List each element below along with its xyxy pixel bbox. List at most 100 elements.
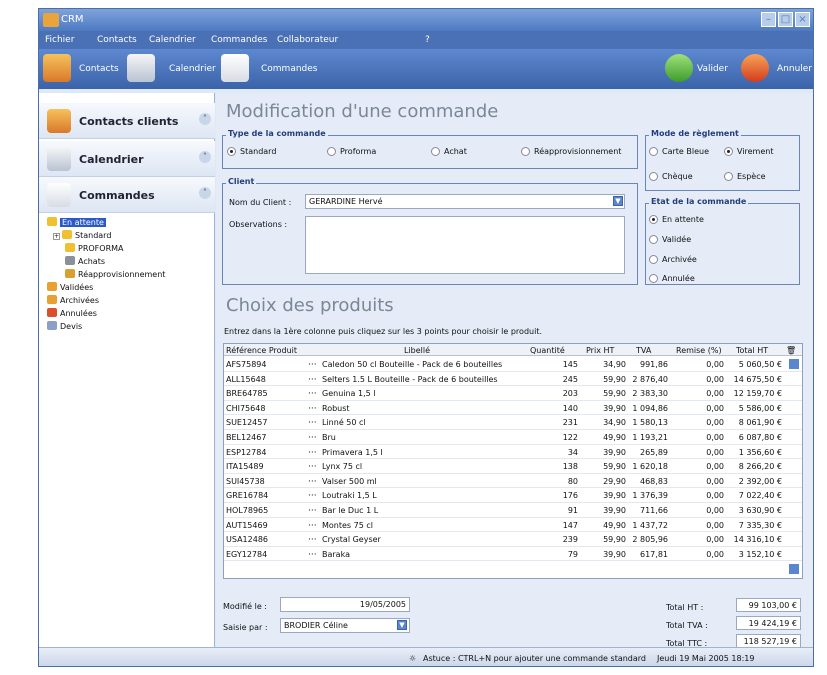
menu-contacts[interactable]: Contacts	[97, 35, 137, 45]
sidebar-section-contacts[interactable]: Contacts clients ˄	[39, 103, 215, 139]
product-picker-dots[interactable]: ···	[308, 506, 317, 516]
menu-fichier[interactable]: Fichier	[45, 35, 74, 45]
table-cell: 2 876,40	[632, 374, 668, 384]
tree-item-reappro[interactable]: Réapprovisionnement	[65, 269, 165, 279]
table-cell: 49,90	[603, 520, 626, 530]
table-row[interactable]: SUE12457 ··· Linné 50 cl 231 34,90 1 580,13 0…	[224, 415, 802, 430]
table-cell: Selters 1.5 L Bouteille - Pack de 6 bout…	[322, 374, 498, 384]
table-row[interactable]: ALL15648 ··· Selters 1.5 L Bouteille - Pa…	[224, 372, 802, 387]
tree-item-achats[interactable]: Achats	[65, 256, 105, 266]
minimize-button[interactable]: –	[761, 12, 776, 27]
product-picker-dots[interactable]: ···	[308, 375, 317, 385]
table-cell: 59,90	[603, 535, 626, 545]
table-row[interactable]: AFS75894 ··· Caledon 50 cl Bouteille - Pa…	[224, 357, 802, 372]
product-picker-dots[interactable]: ···	[308, 462, 317, 472]
menu-collaborateur[interactable]: Collaborateur	[277, 35, 338, 45]
menu-help[interactable]: ?	[425, 35, 430, 45]
radio-espece[interactable]: Espèce	[724, 172, 766, 181]
tree-item-validees[interactable]: Validées	[47, 282, 93, 292]
table-cell: 0,00	[706, 418, 724, 428]
menu-commandes[interactable]: Commandes	[211, 35, 267, 45]
chevron-down-icon[interactable]: ▼	[613, 196, 623, 206]
sidebar-section-commandes[interactable]: Commandes ˄	[39, 177, 215, 213]
expand-icon[interactable]: +	[53, 233, 60, 240]
table-cell[interactable]: ITA15489	[226, 462, 304, 471]
table-cell[interactable]: SUI45738	[226, 477, 304, 486]
table-cell[interactable]: ALL15648	[226, 375, 304, 384]
product-picker-dots[interactable]: ···	[308, 550, 317, 560]
radio-type-proforma[interactable]: Proforma	[327, 147, 376, 156]
sidebar-section-calendrier[interactable]: Calendrier ˄	[39, 141, 215, 177]
maximize-button[interactable]: □	[778, 12, 793, 27]
radio-type-achat[interactable]: Achat	[431, 147, 467, 156]
radio-virement[interactable]: Virement	[724, 147, 773, 156]
table-cell: 5 060,50 €	[738, 360, 782, 369]
tree-item-devis[interactable]: Devis	[47, 321, 82, 331]
modified-date-field[interactable]: 19/05/2005	[280, 597, 410, 612]
radio-type-reappro[interactable]: Réapprovisionnement	[521, 147, 621, 156]
order-state-group: Etat de la commande En attente Validée A…	[645, 197, 800, 285]
table-cell[interactable]: AUT15469	[226, 521, 304, 530]
table-row[interactable]: GRE16784 ··· Loutraki 1,5 L 176 39,90 1 376,…	[224, 488, 802, 503]
table-cell[interactable]: HOL78965	[226, 506, 304, 515]
clock-icon	[47, 147, 71, 171]
radio-validee[interactable]: Validée	[649, 235, 691, 244]
table-row[interactable]: BEL12467 ··· Bru 122 49,90 1 193,21 0,00 6 087…	[224, 430, 802, 445]
table-row[interactable]: BRE64785 ··· Genuina 1,5 l 203 59,90 2 383,3…	[224, 386, 802, 401]
table-cell[interactable]: BEL12467	[226, 433, 304, 442]
tree-item-standard[interactable]: + Standard	[53, 230, 111, 240]
radio-archivee[interactable]: Archivée	[649, 255, 697, 264]
table-cell: 711,66	[640, 506, 668, 515]
table-cell[interactable]: EGY12784	[226, 550, 304, 559]
radio-type-standard[interactable]: Standard	[227, 147, 276, 156]
table-cell: 80	[567, 476, 578, 486]
payment-mode-group: Mode de règlement Carte Bleue Virement C…	[645, 129, 800, 191]
table-cell[interactable]: ESP12784	[226, 448, 304, 457]
trash-icon[interactable]: 🗑	[786, 346, 796, 355]
product-picker-dots[interactable]: ···	[308, 535, 317, 545]
product-picker-dots[interactable]: ···	[308, 491, 317, 501]
order-type-group: Type de la commande Standard Proforma Ac…	[222, 129, 638, 169]
table-cell[interactable]: AFS75894	[226, 360, 304, 369]
table-cell[interactable]: BRE64785	[226, 389, 304, 398]
table-row[interactable]: ITA15489 ··· Lynx 75 cl 138 59,90 1 620,18 0,…	[224, 459, 802, 474]
tree-item-archivees[interactable]: Archivées	[47, 295, 99, 305]
entered-by-select[interactable]: BRODIER Céline	[280, 618, 410, 633]
observations-field[interactable]	[305, 216, 625, 274]
table-row[interactable]: EGY12784 ··· Baraka 79 39,90 617,81 0,00 3 152…	[224, 547, 802, 562]
table-cell[interactable]: GRE16784	[226, 491, 304, 500]
product-picker-dots[interactable]: ···	[308, 433, 317, 443]
table-row[interactable]: SUI45738 ··· Valser 500 ml 80 29,90 468,83 0,…	[224, 474, 802, 489]
radio-en-attente[interactable]: En attente	[649, 215, 704, 224]
tree-item-proforma[interactable]: PROFORMA	[65, 243, 124, 253]
table-cell[interactable]: USA12486	[226, 535, 304, 544]
client-name-select[interactable]: GERARDINE Hervé	[305, 194, 625, 209]
table-row[interactable]: ESP12784 ··· Primavera 1,5 l 34 39,90 265,89…	[224, 445, 802, 460]
table-row[interactable]: AUT15469 ··· Montes 75 cl 147 49,90 1 437,72…	[224, 518, 802, 533]
table-cell[interactable]: CHI75648	[226, 404, 304, 413]
scroll-up-button[interactable]	[789, 359, 799, 369]
table-cell[interactable]: SUE12457	[226, 418, 304, 427]
tree-item-annulees[interactable]: Annulées	[47, 308, 97, 318]
product-picker-dots[interactable]: ···	[308, 521, 317, 531]
product-picker-dots[interactable]: ···	[308, 418, 317, 428]
table-row[interactable]: HOL78965 ··· Bar le Duc 1 L 91 39,90 711,66 0…	[224, 503, 802, 518]
product-picker-dots[interactable]: ···	[308, 389, 317, 399]
menu-calendrier[interactable]: Calendrier	[149, 35, 196, 45]
table-row[interactable]: USA12486 ··· Crystal Geyser 239 59,90 2 805,…	[224, 532, 802, 547]
chevron-down-icon[interactable]: ▼	[397, 620, 407, 630]
radio-carte-bleue[interactable]: Carte Bleue	[649, 147, 709, 156]
collapse-icon[interactable]: ˄	[199, 113, 211, 125]
product-picker-dots[interactable]: ···	[308, 360, 317, 370]
product-picker-dots[interactable]: ···	[308, 404, 317, 414]
radio-annulee[interactable]: Annulée	[649, 274, 695, 283]
product-picker-dots[interactable]: ···	[308, 477, 317, 487]
tree-item-en-attente[interactable]: En attente	[47, 217, 106, 227]
collapse-icon[interactable]: ˄	[199, 187, 211, 199]
table-row[interactable]: CHI75648 ··· Robust 140 39,90 1 094,86 0,00 5 …	[224, 401, 802, 416]
close-button[interactable]: ×	[795, 12, 810, 27]
scroll-down-button[interactable]	[789, 564, 799, 574]
product-picker-dots[interactable]: ···	[308, 448, 317, 458]
collapse-icon[interactable]: ˄	[199, 151, 211, 163]
radio-cheque[interactable]: Chèque	[649, 172, 693, 181]
